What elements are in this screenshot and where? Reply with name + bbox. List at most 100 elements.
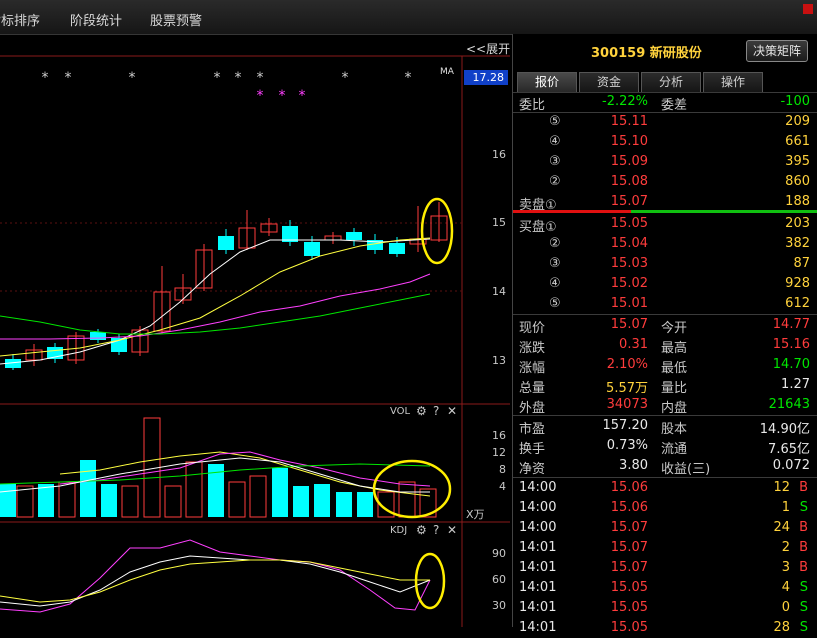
close-icon: ✕ [447, 404, 457, 418]
gear-icon: ⚙ [416, 523, 427, 537]
fundamental-row: 市盈 157.20 股本 14.90亿 [513, 416, 817, 437]
kline-chart[interactable]: 16 15 14 13 17.28 MA * * * * * * * * * * * VOL ⚙? ✕ 16 12 8 4 X万… [0, 33, 510, 627]
ask-row[interactable]: ③ 15.09 395 [513, 152, 817, 172]
menu-stock-alert[interactable]: 股票预警 [150, 10, 202, 29]
fundamental-value: 7.65亿 [768, 442, 810, 457]
bid-row[interactable]: ② 15.04 382 [513, 234, 817, 254]
close-icon: ✕ [447, 523, 457, 537]
ask-row[interactable]: 卖盘① 15.07 188 [513, 192, 817, 213]
tick-row: 14:00 15.06 12 B [513, 478, 817, 498]
candle-body [389, 243, 405, 254]
quote-label: 涨幅 [519, 361, 546, 376]
bid-row[interactable]: ⑤ 15.01 612 [513, 294, 817, 314]
tab-analysis[interactable]: 分析 [641, 72, 701, 92]
bid-volume: 382 [785, 236, 810, 251]
ask-level-label: ③ [549, 154, 561, 169]
ask-price: 15.10 [610, 134, 648, 149]
volume-bar [336, 492, 352, 517]
price-tick-label: 16 [492, 148, 506, 161]
quote-value: 21643 [768, 397, 810, 412]
chart-area[interactable]: 16 15 14 13 17.28 MA * * * * * * * * * * * VOL ⚙? ✕ 16 12 8 4 X万… [0, 33, 510, 627]
volume-bar [101, 484, 117, 517]
tick-price: 15.05 [610, 620, 648, 635]
fundamental-row: 换手 0.73% 流通 7.65亿 [513, 436, 817, 457]
volume-bar [38, 484, 54, 517]
bid-row[interactable]: 买盘① 15.05 203 [513, 214, 817, 235]
tick-price: 15.07 [610, 520, 648, 535]
volume-bar [293, 486, 309, 517]
ask-level-label: ⑤ [549, 114, 561, 129]
volume-bar [357, 492, 373, 517]
fundamental-label: 流通 [661, 442, 688, 457]
vol-tick-label: 12 [492, 446, 506, 459]
tick-row: 14:00 15.06 1 S [513, 498, 817, 518]
bid-row[interactable]: ③ 15.03 87 [513, 254, 817, 274]
stock-title: 300159 新研股份 [591, 46, 702, 61]
ask-row[interactable]: ④ 15.10 661 [513, 132, 817, 152]
signal-star-magenta: * [257, 88, 264, 104]
menu-indicator-sort[interactable]: 指标排序 [0, 10, 40, 29]
volume-bar [0, 484, 16, 517]
close-icon[interactable] [803, 4, 813, 14]
volume-bar [58, 481, 76, 518]
decision-matrix-button[interactable]: 决策矩阵 [746, 40, 808, 62]
volume-bar [314, 484, 330, 517]
tick-volume: 0 [781, 600, 790, 615]
ask-bid-divider-red [513, 210, 631, 213]
tick-time: 14:01 [519, 620, 557, 635]
volume-bar [272, 468, 288, 517]
tick-price: 15.06 [610, 480, 648, 495]
volume-bar [80, 460, 96, 517]
ask-row[interactable]: ② 15.08 860 [513, 172, 817, 192]
tick-price: 15.07 [610, 540, 648, 555]
bid-volume: 612 [785, 296, 810, 311]
top-menu-bar: 指标排序 阶段统计 股票预警 [0, 0, 817, 35]
bid-level-label: ② [549, 236, 561, 251]
quote-row: 外盘 34073 内盘 21643 [513, 395, 817, 416]
tick-price: 15.05 [610, 580, 648, 595]
ask-volume: 395 [785, 154, 810, 169]
signal-star: * [129, 70, 136, 86]
bid-level-label: ⑤ [549, 296, 561, 311]
fundamental-label: 净资 [519, 462, 546, 477]
tick-time: 14:00 [519, 480, 557, 495]
tick-side: B [799, 540, 808, 555]
fundamental-label: 收益(三) [661, 462, 711, 477]
tick-volume: 3 [781, 560, 790, 575]
ask-volume: 860 [785, 174, 810, 189]
help-icon: ? [433, 523, 439, 537]
bid-price: 15.03 [610, 256, 648, 271]
tab-funds[interactable]: 资金 [579, 72, 639, 92]
fundamental-value: 157.20 [602, 418, 649, 433]
tick-row: 14:01 15.05 4 S [513, 578, 817, 598]
ask-volume: 661 [785, 134, 810, 149]
quote-value: 14.77 [772, 317, 810, 332]
ask-row[interactable]: ⑤ 15.11 209 [513, 112, 817, 132]
quote-row: 总量 5.57万 量比 1.27 [513, 375, 817, 396]
bid-volume: 87 [793, 256, 810, 271]
fundamental-row: 净资 3.80 收益(三) 0.072 [513, 456, 817, 477]
quote-row: 涨跌 0.31 最高 15.16 [513, 335, 817, 356]
vol-title: VOL [390, 406, 411, 417]
volume-bar [121, 485, 139, 518]
expand-button[interactable]: <<展开 [466, 40, 510, 57]
tick-time: 14:01 [519, 560, 557, 575]
bid-volume: 928 [785, 276, 810, 291]
tab-operation[interactable]: 操作 [703, 72, 763, 92]
ask-volume: 209 [785, 114, 810, 129]
bid-row[interactable]: ④ 15.02 928 [513, 274, 817, 294]
tick-row: 14:01 15.05 0 S [513, 598, 817, 618]
kdj-k-line [0, 555, 431, 607]
fundamental-value: 14.90亿 [759, 422, 810, 437]
kdj-tick-label: 30 [492, 599, 506, 612]
weibi-value: -2.22% [602, 94, 648, 109]
ma-label: MA [440, 67, 455, 77]
kdj-title: KDJ [390, 525, 407, 536]
tick-volume: 28 [773, 620, 790, 635]
highlight-circle [372, 459, 452, 519]
tick-side: S [799, 620, 808, 635]
menu-stage-stats[interactable]: 阶段统计 [70, 10, 122, 29]
quote-row: 涨幅 2.10% 最低 14.70 [513, 355, 817, 376]
quote-panel: 300159 新研股份 决策矩阵 报价 资金 分析 操作 委比 -2.22% 委… [512, 34, 817, 635]
tab-quote[interactable]: 报价 [517, 72, 577, 92]
